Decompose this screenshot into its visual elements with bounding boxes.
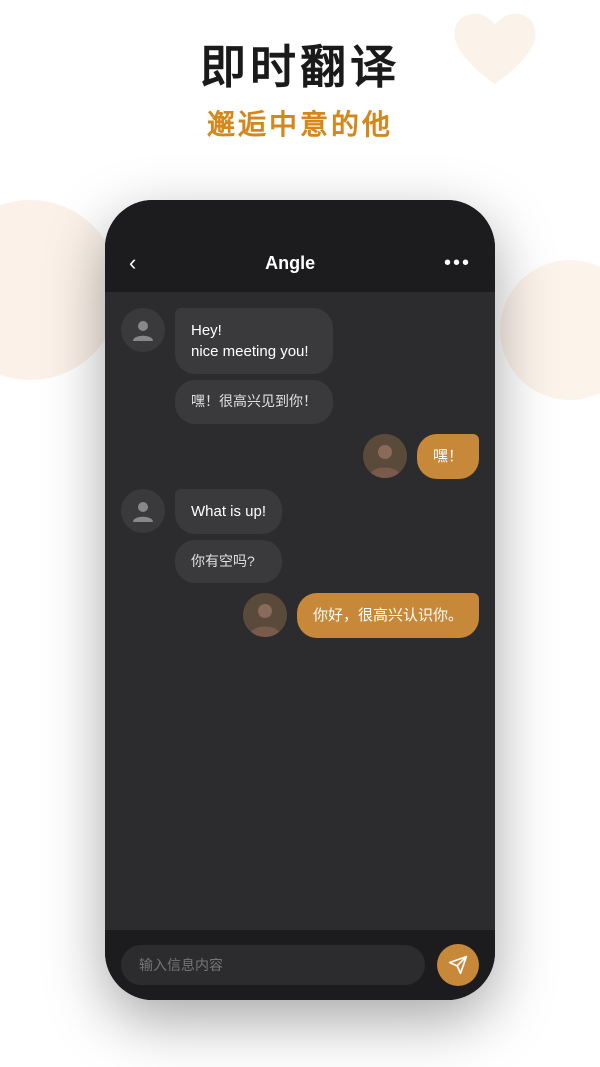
more-options-button[interactable]: ••• xyxy=(444,252,471,275)
avatar xyxy=(121,489,165,533)
message-bubble: Hey!nice meeting you! xyxy=(175,308,333,374)
sub-title: 邂逅中意的他 xyxy=(0,103,600,143)
bg-circle-right xyxy=(500,260,600,400)
table-row: 你好，很高兴认识你。 xyxy=(121,593,479,638)
avatar xyxy=(363,434,407,478)
message-input[interactable] xyxy=(121,945,425,985)
bubble-group: What is up! 你有空吗? xyxy=(175,489,282,584)
user-silhouette-icon xyxy=(130,317,156,343)
translation-bubble: 你有空吗? xyxy=(175,540,282,584)
header-section: 即时翻译 邂逅中意的他 xyxy=(0,40,600,143)
user-photo-icon xyxy=(243,593,287,637)
main-title: 即时翻译 xyxy=(0,40,600,95)
table-row: 嘿！ xyxy=(121,434,479,479)
user-silhouette-icon xyxy=(130,498,156,524)
table-row: What is up! 你有空吗? xyxy=(121,489,479,584)
phone-notch xyxy=(235,200,365,230)
back-button[interactable]: ‹ xyxy=(129,250,136,276)
translation-bubble: 嘿！很高兴见到你！ xyxy=(175,380,333,424)
message-bubble: 你好，很高兴认识你。 xyxy=(297,593,479,638)
bubble-group: Hey!nice meeting you! 嘿！很高兴见到你！ xyxy=(175,308,333,424)
avatar xyxy=(243,593,287,637)
chat-body: Hey!nice meeting you! 嘿！很高兴见到你！ 嘿！ xyxy=(105,292,495,930)
chat-input-area xyxy=(105,930,495,1000)
chat-contact-name: Angle xyxy=(265,253,315,274)
send-icon xyxy=(448,955,468,975)
bubble-group-right: 嘿！ xyxy=(417,434,479,479)
message-bubble: 嘿！ xyxy=(417,434,479,479)
user-photo-icon xyxy=(363,434,407,478)
phone-mockup: ‹ Angle ••• Hey!nice meeting you! 嘿！很高兴见… xyxy=(105,200,495,1000)
bubble-group-right: 你好，很高兴认识你。 xyxy=(297,593,479,638)
avatar xyxy=(121,308,165,352)
bg-circle-left xyxy=(0,200,120,380)
phone-frame: ‹ Angle ••• Hey!nice meeting you! 嘿！很高兴见… xyxy=(105,200,495,1000)
table-row: Hey!nice meeting you! 嘿！很高兴见到你！ xyxy=(121,308,479,424)
message-bubble: What is up! xyxy=(175,489,282,534)
send-button[interactable] xyxy=(437,944,479,986)
